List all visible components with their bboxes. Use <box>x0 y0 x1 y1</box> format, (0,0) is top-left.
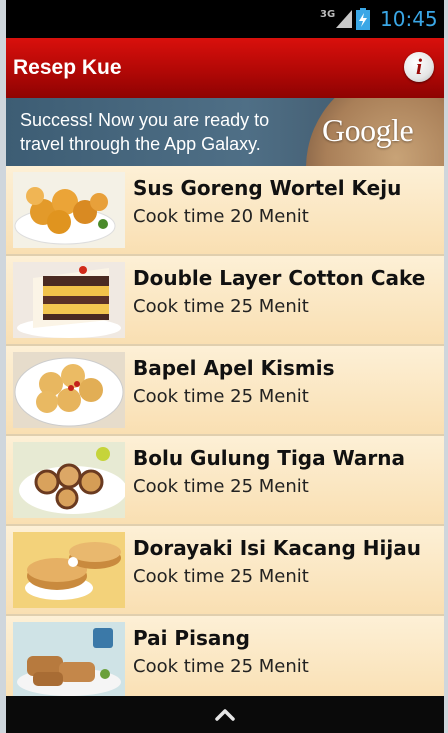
app-header: Resep Kue i <box>6 38 444 98</box>
signal-icon <box>336 10 352 32</box>
recipe-cook-time: Cook time 25 Menit <box>133 386 309 407</box>
ad-line-1: Success! Now you are ready to <box>20 110 270 130</box>
recipe-thumbnail <box>13 172 125 248</box>
recipe-row[interactable]: Bapel Apel Kismis Cook time 25 Menit <box>6 346 444 436</box>
recipe-thumbnail <box>13 352 125 428</box>
recipe-row[interactable]: Dorayaki Isi Kacang Hijau Cook time 25 M… <box>6 526 444 616</box>
recipe-thumbnail <box>13 262 125 338</box>
chevron-up-icon[interactable] <box>215 706 235 722</box>
recipe-row[interactable]: Bolu Gulung Tiga Warna Cook time 25 Meni… <box>6 436 444 526</box>
recipe-name: Sus Goreng Wortel Keju <box>133 176 402 200</box>
ad-banner[interactable]: Success! Now you are ready to travel thr… <box>6 98 444 166</box>
info-icon[interactable]: i <box>404 52 434 82</box>
recipe-cook-time: Cook time 25 Menit <box>133 656 309 677</box>
recipe-cook-time: Cook time 20 Menit <box>133 206 309 227</box>
phone-screen: 3G 10:45 Resep Kue i Success! Now you ar… <box>6 0 444 733</box>
clock: 10:45 <box>380 7 438 31</box>
recipe-name: Bolu Gulung Tiga Warna <box>133 446 406 470</box>
recipe-name: Double Layer Cotton Cake <box>133 266 426 290</box>
recipe-cook-time: Cook time 25 Menit <box>133 566 309 587</box>
page-title: Resep Kue <box>13 56 122 79</box>
recipe-thumbnail <box>13 532 125 608</box>
status-bar: 3G 10:45 <box>6 0 444 38</box>
recipe-list[interactable]: Sus Goreng Wortel Keju Cook time 20 Meni… <box>6 166 444 696</box>
recipe-name: Bapel Apel Kismis <box>133 356 335 380</box>
ad-text: Success! Now you are ready to travel thr… <box>20 108 320 156</box>
ad-line-2: travel through the App Galaxy. <box>20 134 261 154</box>
recipe-name: Dorayaki Isi Kacang Hijau <box>133 536 421 560</box>
system-nav-bar <box>6 696 444 733</box>
recipe-name: Pai Pisang <box>133 626 250 650</box>
recipe-row[interactable]: Sus Goreng Wortel Keju Cook time 20 Meni… <box>6 166 444 256</box>
recipe-thumbnail <box>13 622 125 696</box>
battery-icon <box>356 8 370 34</box>
recipe-cook-time: Cook time 25 Menit <box>133 296 309 317</box>
recipe-cook-time: Cook time 25 Menit <box>133 476 309 497</box>
recipe-row[interactable]: Pai Pisang Cook time 25 Menit <box>6 616 444 696</box>
recipe-thumbnail <box>13 442 125 518</box>
recipe-row[interactable]: Double Layer Cotton Cake Cook time 25 Me… <box>6 256 444 346</box>
ad-brand-logo: Google <box>322 112 414 148</box>
network-type: 3G <box>320 9 336 20</box>
